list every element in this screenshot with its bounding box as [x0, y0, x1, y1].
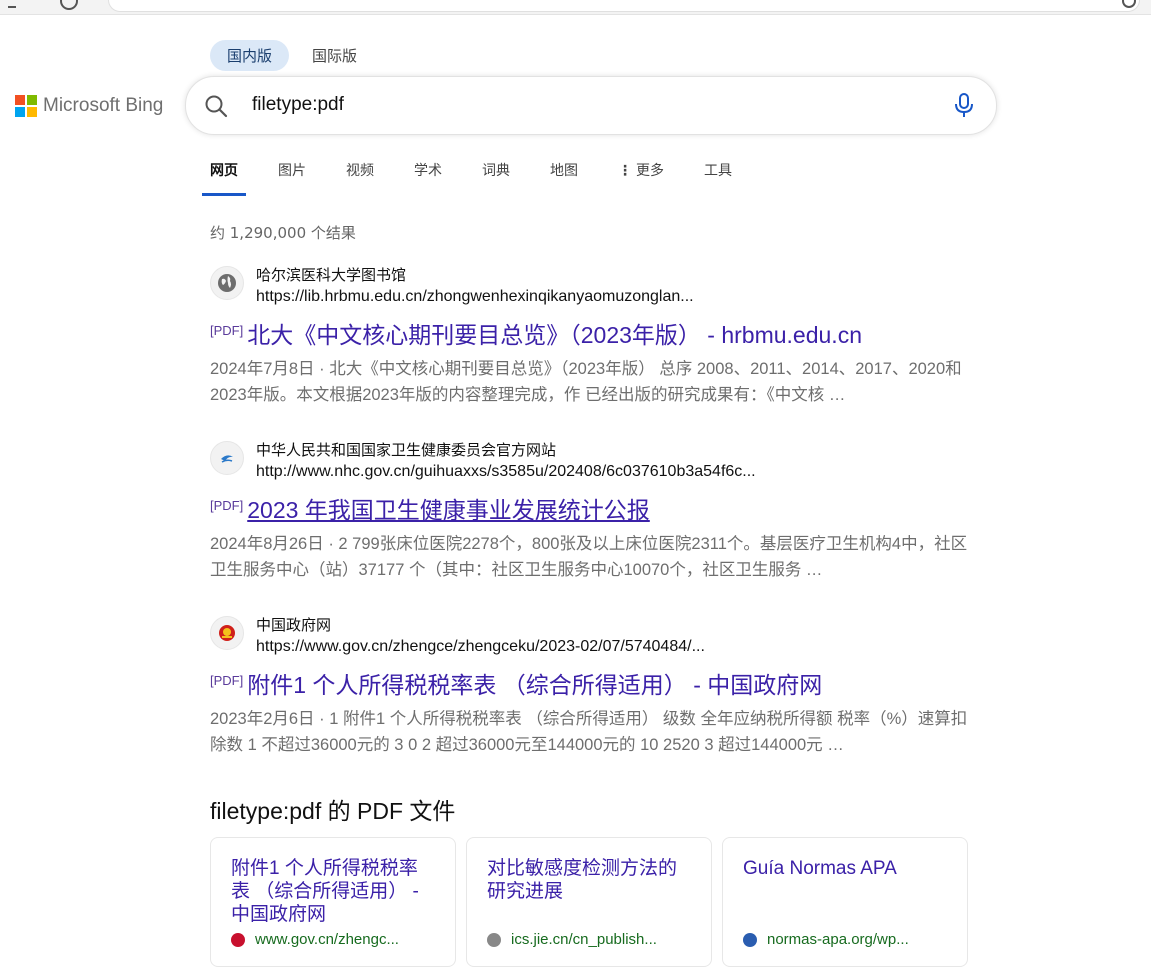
result-date: 2024年7月8日 ·: [210, 360, 330, 378]
source-url: http://www.nhc.gov.cn/guihuaxxs/s3585u/2…: [256, 463, 756, 480]
bing-logo[interactable]: Microsoft Bing: [15, 95, 163, 117]
globe-icon: [210, 266, 244, 300]
pdf-card[interactable]: 附件1 个人所得税税率表 （综合所得适用） - 中国政府网 www.gov.cn…: [210, 837, 456, 967]
nav-dictionary[interactable]: 词典: [482, 160, 510, 196]
nav-videos[interactable]: 视频: [346, 160, 374, 196]
source-name: 哈尔滨医科大学图书馆: [256, 266, 407, 284]
search-icon[interactable]: [204, 94, 228, 118]
pdf-card-source: www.gov.cn/zhengc...: [231, 931, 399, 948]
pdf-card-title[interactable]: Guía Normas APA: [743, 857, 947, 880]
pdf-section-heading: filetype:pdf 的 PDF 文件: [210, 798, 456, 824]
search-nav: 网页 图片 视频 学术 词典 地图 ⋮ 更多 工具: [202, 160, 772, 196]
nav-more[interactable]: ⋮ 更多: [618, 160, 664, 196]
back-arrow-icon[interactable]: [8, 0, 16, 8]
pdf-card-source-text: ics.jie.cn/cn_publish...: [511, 931, 657, 948]
result-date: 2024年8月26日 ·: [210, 535, 339, 553]
pdf-card-source-text: normas-apa.org/wp...: [767, 931, 909, 948]
result-snippet: 2023年2月6日 · 1 附件1 个人所得税税率表 （综合所得适用） 级数 全…: [210, 706, 970, 758]
search-result: 中华人民共和国国家卫生健康委员会官方网站 http://www.nhc.gov.…: [210, 439, 980, 583]
pdf-card[interactable]: Guía Normas APA normas-apa.org/wp...: [722, 837, 968, 967]
address-bar[interactable]: [108, 0, 1140, 12]
pdf-tag: [PDF]: [210, 498, 244, 513]
more-dots-icon: ⋮: [618, 163, 632, 179]
nav-tools[interactable]: 工具: [704, 160, 732, 196]
search-box[interactable]: [185, 76, 997, 135]
microsoft-logo-icon: [15, 95, 37, 117]
quote-icon: [743, 932, 757, 947]
nav-academic[interactable]: 学术: [414, 160, 442, 196]
pdf-card[interactable]: 对比敏感度检测方法的研究进展 ics.jie.cn/cn_publish...: [466, 837, 712, 967]
result-title-link[interactable]: 北大《中文核心期刊要目总览》（2023年版） - hrbmu.edu.cn: [247, 316, 862, 350]
search-result: 哈尔滨医科大学图书馆 https://lib.hrbmu.edu.cn/zhon…: [210, 264, 980, 408]
pdf-card-title[interactable]: 对比敏感度检测方法的研究进展: [487, 857, 691, 903]
info-icon[interactable]: [60, 0, 78, 10]
nhc-logo-icon: [210, 441, 244, 475]
result-snippet: 2024年8月26日 · 2 799张床位医院2278个，800张及以上床位医院…: [210, 531, 970, 583]
source-name: 中国政府网: [256, 616, 332, 634]
search-input[interactable]: [250, 93, 894, 117]
result-date: 2023年2月6日 ·: [210, 710, 330, 728]
result-count: 约 1,290,000 个结果: [210, 224, 356, 242]
national-emblem-icon: [231, 932, 245, 947]
result-source[interactable]: 哈尔滨医科大学图书馆 https://lib.hrbmu.edu.cn/zhon…: [210, 264, 980, 308]
browser-chrome: [0, 0, 1151, 15]
tab-international[interactable]: 国际版: [295, 40, 374, 71]
pdf-card-source-text: www.gov.cn/zhengc...: [255, 931, 399, 948]
logo-text: Microsoft Bing: [43, 95, 164, 116]
search-result: 中国政府网 https://www.gov.cn/zhengce/zhengce…: [210, 614, 980, 758]
pdf-tag: [PDF]: [210, 323, 244, 338]
microphone-icon[interactable]: [954, 93, 974, 119]
result-snippet: 2024年7月8日 · 北大《中文核心期刊要目总览》（2023年版） 总序 20…: [210, 356, 970, 408]
globe-icon: [487, 932, 501, 947]
nav-web[interactable]: 网页: [202, 160, 246, 196]
pdf-card-title[interactable]: 附件1 个人所得税税率表 （综合所得适用） - 中国政府网: [231, 857, 435, 926]
market-tabs: 国内版 国际版: [210, 40, 374, 71]
source-url: https://www.gov.cn/zhengce/zhengceku/202…: [256, 638, 705, 655]
tab-domestic[interactable]: 国内版: [210, 40, 290, 71]
pdf-card-source: ics.jie.cn/cn_publish...: [487, 931, 657, 948]
nav-maps[interactable]: 地图: [550, 160, 578, 196]
pdf-tag: [PDF]: [210, 673, 244, 688]
source-url: https://lib.hrbmu.edu.cn/zhongwenhexinqi…: [256, 288, 694, 305]
nav-more-label: 更多: [636, 163, 664, 179]
pdf-card-source: normas-apa.org/wp...: [743, 931, 909, 948]
result-source[interactable]: 中国政府网 https://www.gov.cn/zhengce/zhengce…: [210, 614, 980, 658]
result-source[interactable]: 中华人民共和国国家卫生健康委员会官方网站 http://www.nhc.gov.…: [210, 439, 980, 483]
result-title-link[interactable]: 2023 年我国卫生健康事业发展统计公报: [247, 491, 650, 525]
nav-images[interactable]: 图片: [278, 160, 306, 196]
national-emblem-icon: [210, 616, 244, 650]
result-title-link[interactable]: 附件1 个人所得税税率表 （综合所得适用） - 中国政府网: [247, 666, 822, 700]
source-name: 中华人民共和国国家卫生健康委员会官方网站: [256, 441, 557, 459]
